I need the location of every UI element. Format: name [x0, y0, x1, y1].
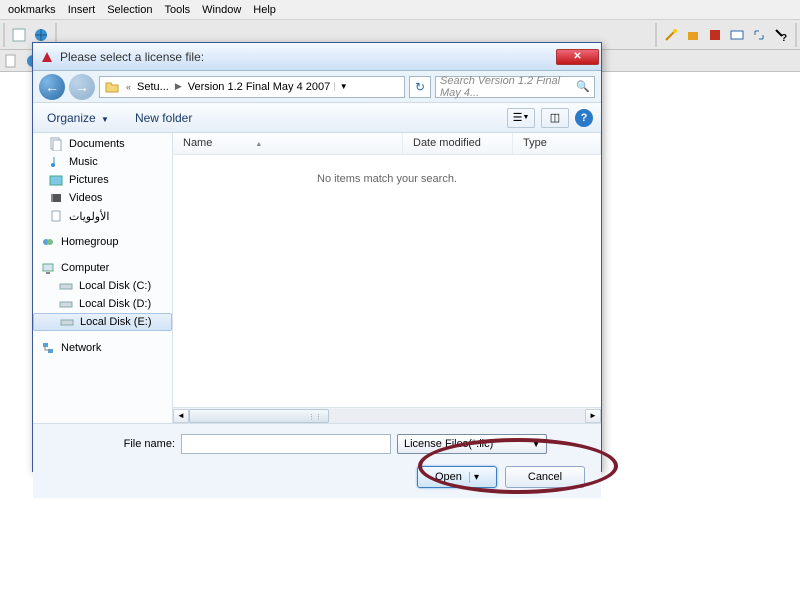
- sidebar-disk-e[interactable]: Local Disk (E:): [33, 313, 172, 331]
- refresh-button[interactable]: ↻: [409, 76, 431, 98]
- sidebar-disk-d[interactable]: Local Disk (D:): [33, 295, 172, 313]
- col-type[interactable]: Type: [513, 133, 601, 154]
- documents-icon: [49, 137, 63, 151]
- file-open-dialog: Please select a license file: ✕ ← → « Se…: [32, 42, 602, 472]
- cube-icon[interactable]: [683, 25, 703, 45]
- filename-input[interactable]: [181, 434, 391, 454]
- search-placeholder: Search Version 1.2 Final May 4...: [440, 75, 576, 99]
- menu-help[interactable]: Help: [247, 2, 282, 18]
- search-icon: 🔍: [576, 80, 590, 93]
- filetype-filter[interactable]: License Files(*.lic) ▼: [397, 434, 547, 454]
- sidebar: Documents Music Pictures Videos الأولويا…: [33, 133, 173, 423]
- videos-icon: [49, 191, 63, 205]
- dialog-titlebar[interactable]: Please select a license file: ✕: [33, 43, 601, 71]
- app-menubar: ookmarks Insert Selection Tools Window H…: [0, 0, 800, 20]
- menu-tools[interactable]: Tools: [158, 2, 196, 18]
- sidebar-music[interactable]: Music: [33, 153, 172, 171]
- scroll-right-button[interactable]: ►: [585, 409, 601, 423]
- dialog-navbar: ← → « Setu... ▶ Version 1.2 Final May 4 …: [33, 71, 601, 103]
- sidebar-pictures[interactable]: Pictures: [33, 171, 172, 189]
- search-input[interactable]: Search Version 1.2 Final May 4... 🔍: [435, 76, 595, 98]
- arrows-icon[interactable]: [749, 25, 769, 45]
- network-icon: [41, 341, 55, 355]
- back-button[interactable]: ←: [39, 74, 65, 100]
- forward-button[interactable]: →: [69, 74, 95, 100]
- filename-label: File name:: [45, 438, 175, 450]
- scroll-thumb[interactable]: ⋮⋮: [189, 409, 329, 423]
- sidebar-computer[interactable]: Computer: [33, 259, 172, 277]
- horizontal-scrollbar[interactable]: ◄ ⋮⋮ ►: [173, 407, 601, 423]
- homegroup-icon: [41, 235, 55, 249]
- menu-bookmarks[interactable]: ookmarks: [2, 2, 62, 18]
- wand-icon[interactable]: [661, 25, 681, 45]
- app-icon: [39, 49, 55, 65]
- col-date[interactable]: Date modified: [403, 133, 513, 154]
- empty-message: No items match your search.: [173, 155, 601, 407]
- dialog-title: Please select a license file:: [60, 50, 555, 64]
- sidebar-disk-c[interactable]: Local Disk (C:): [33, 277, 172, 295]
- sidebar-videos[interactable]: Videos: [33, 189, 172, 207]
- scroll-left-button[interactable]: ◄: [173, 409, 189, 423]
- disk-icon: [59, 279, 73, 293]
- file-icon: [49, 209, 63, 223]
- dialog-bottom: File name: License Files(*.lic) ▼ Open ▾…: [33, 423, 601, 498]
- music-icon: [49, 155, 63, 169]
- cancel-button[interactable]: Cancel: [505, 466, 585, 488]
- blue-window-icon[interactable]: [727, 25, 747, 45]
- help-arrow-icon[interactable]: ?: [771, 25, 791, 45]
- chevron-down-icon: ▼: [532, 440, 540, 449]
- file-list-pane: Name ▲ Date modified Type No items match…: [173, 133, 601, 423]
- column-headers: Name ▲ Date modified Type: [173, 133, 601, 155]
- breadcrumb-2[interactable]: Version 1.2 Final May 4 2007: [184, 81, 334, 93]
- sidebar-arabic[interactable]: الأولويات: [33, 207, 172, 225]
- scroll-track[interactable]: ⋮⋮: [189, 409, 585, 423]
- help-button[interactable]: ?: [575, 109, 593, 127]
- chevron-icon[interactable]: «: [124, 82, 133, 92]
- chevron-right-icon[interactable]: ▶: [173, 81, 184, 92]
- menu-insert[interactable]: Insert: [62, 2, 102, 18]
- menu-selection[interactable]: Selection: [101, 2, 158, 18]
- computer-icon: [41, 261, 55, 275]
- address-dropdown[interactable]: ▼: [334, 82, 352, 91]
- address-bar[interactable]: « Setu... ▶ Version 1.2 Final May 4 2007…: [99, 76, 405, 98]
- folder-icon: [104, 79, 120, 95]
- breadcrumb-1[interactable]: Setu...: [133, 81, 173, 93]
- sidebar-documents[interactable]: Documents: [33, 135, 172, 153]
- open-button[interactable]: Open ▾: [417, 466, 497, 488]
- preview-pane-button[interactable]: ◫: [541, 108, 569, 128]
- disk-icon: [60, 315, 74, 329]
- command-bar: Organize ▼ New folder ☰ ▼ ◫ ?: [33, 103, 601, 133]
- menu-window[interactable]: Window: [196, 2, 247, 18]
- sidebar-homegroup[interactable]: Homegroup: [33, 233, 172, 251]
- blank-icon[interactable]: [1, 51, 21, 71]
- red-square-icon[interactable]: [705, 25, 725, 45]
- filter-label: License Files(*.lic): [404, 438, 493, 450]
- col-name[interactable]: Name ▲: [173, 133, 403, 154]
- new-folder-button[interactable]: New folder: [135, 111, 192, 125]
- toolbar-btn-1[interactable]: [9, 25, 29, 45]
- sidebar-network[interactable]: Network: [33, 339, 172, 357]
- organize-menu[interactable]: Organize ▼: [41, 107, 115, 129]
- svg-text:?: ?: [781, 33, 787, 43]
- disk-icon: [59, 297, 73, 311]
- pictures-icon: [49, 173, 63, 187]
- view-mode-button[interactable]: ☰ ▼: [507, 108, 535, 128]
- close-button[interactable]: ✕: [556, 49, 599, 65]
